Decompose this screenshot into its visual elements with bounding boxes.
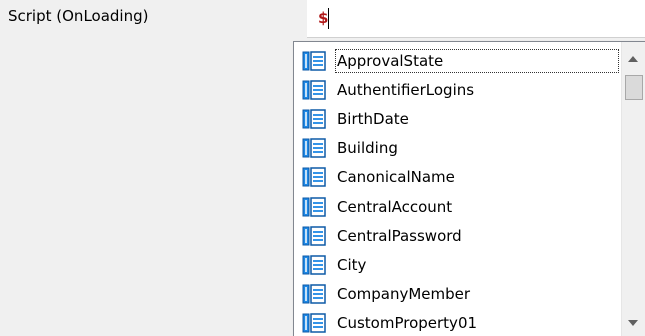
property-label: Script (OnLoading) bbox=[8, 7, 149, 25]
autocomplete-item[interactable]: City bbox=[294, 250, 619, 279]
autocomplete-item-label: CanonicalName bbox=[337, 168, 455, 187]
attribute-table-icon bbox=[302, 255, 326, 275]
autocomplete-item[interactable]: CentralPassword bbox=[294, 221, 619, 250]
attribute-table-icon bbox=[302, 196, 326, 217]
autocomplete-item[interactable]: CustomProperty01 bbox=[294, 309, 619, 336]
autocomplete-item-label: CompanyMember bbox=[337, 285, 471, 304]
attribute-table-icon bbox=[302, 284, 326, 304]
autocomplete-item[interactable]: ApprovalState bbox=[294, 46, 619, 75]
autocomplete-item-label: CentralPassword bbox=[337, 226, 462, 245]
scroll-thumb[interactable] bbox=[625, 75, 643, 100]
attribute-table-icon bbox=[302, 167, 326, 188]
scroll-up-arrow-icon[interactable] bbox=[628, 56, 638, 62]
autocomplete-item[interactable]: Building bbox=[294, 134, 619, 163]
vertical-scrollbar[interactable] bbox=[621, 42, 645, 336]
autocomplete-item[interactable]: CompanyMember bbox=[294, 280, 619, 309]
autocomplete-item-label: CentralAccount bbox=[337, 197, 453, 216]
autocomplete-item-label: BirthDate bbox=[337, 109, 409, 128]
autocomplete-item-label: City bbox=[337, 255, 367, 274]
attribute-table-icon bbox=[302, 138, 326, 158]
autocomplete-dropdown[interactable]: ApprovalState AuthentifierLogins BirthDate… bbox=[293, 41, 645, 336]
attribute-table-icon bbox=[302, 313, 326, 334]
attribute-table-icon bbox=[302, 109, 326, 129]
scroll-down-arrow-icon[interactable] bbox=[628, 320, 638, 326]
autocomplete-item-label: AuthentifierLogins bbox=[337, 80, 475, 99]
script-value-input[interactable]: $ bbox=[307, 0, 645, 38]
attribute-table-icon bbox=[302, 225, 326, 246]
autocomplete-item-label: ApprovalState bbox=[335, 48, 619, 73]
autocomplete-item[interactable]: CentralAccount bbox=[294, 192, 619, 221]
property-label-column: Script (OnLoading) bbox=[0, 0, 306, 335]
autocomplete-item[interactable]: BirthDate bbox=[294, 104, 619, 133]
script-value-text: $ bbox=[318, 9, 329, 27]
text-caret bbox=[328, 8, 329, 29]
autocomplete-list: ApprovalState AuthentifierLogins BirthDate… bbox=[294, 46, 619, 336]
autocomplete-item[interactable]: CanonicalName bbox=[294, 163, 619, 192]
autocomplete-item-label: Building bbox=[337, 139, 398, 158]
autocomplete-item-label: CustomProperty01 bbox=[337, 314, 478, 333]
attribute-table-icon bbox=[302, 80, 326, 100]
attribute-table-icon bbox=[302, 50, 326, 71]
autocomplete-item[interactable]: AuthentifierLogins bbox=[294, 75, 619, 104]
